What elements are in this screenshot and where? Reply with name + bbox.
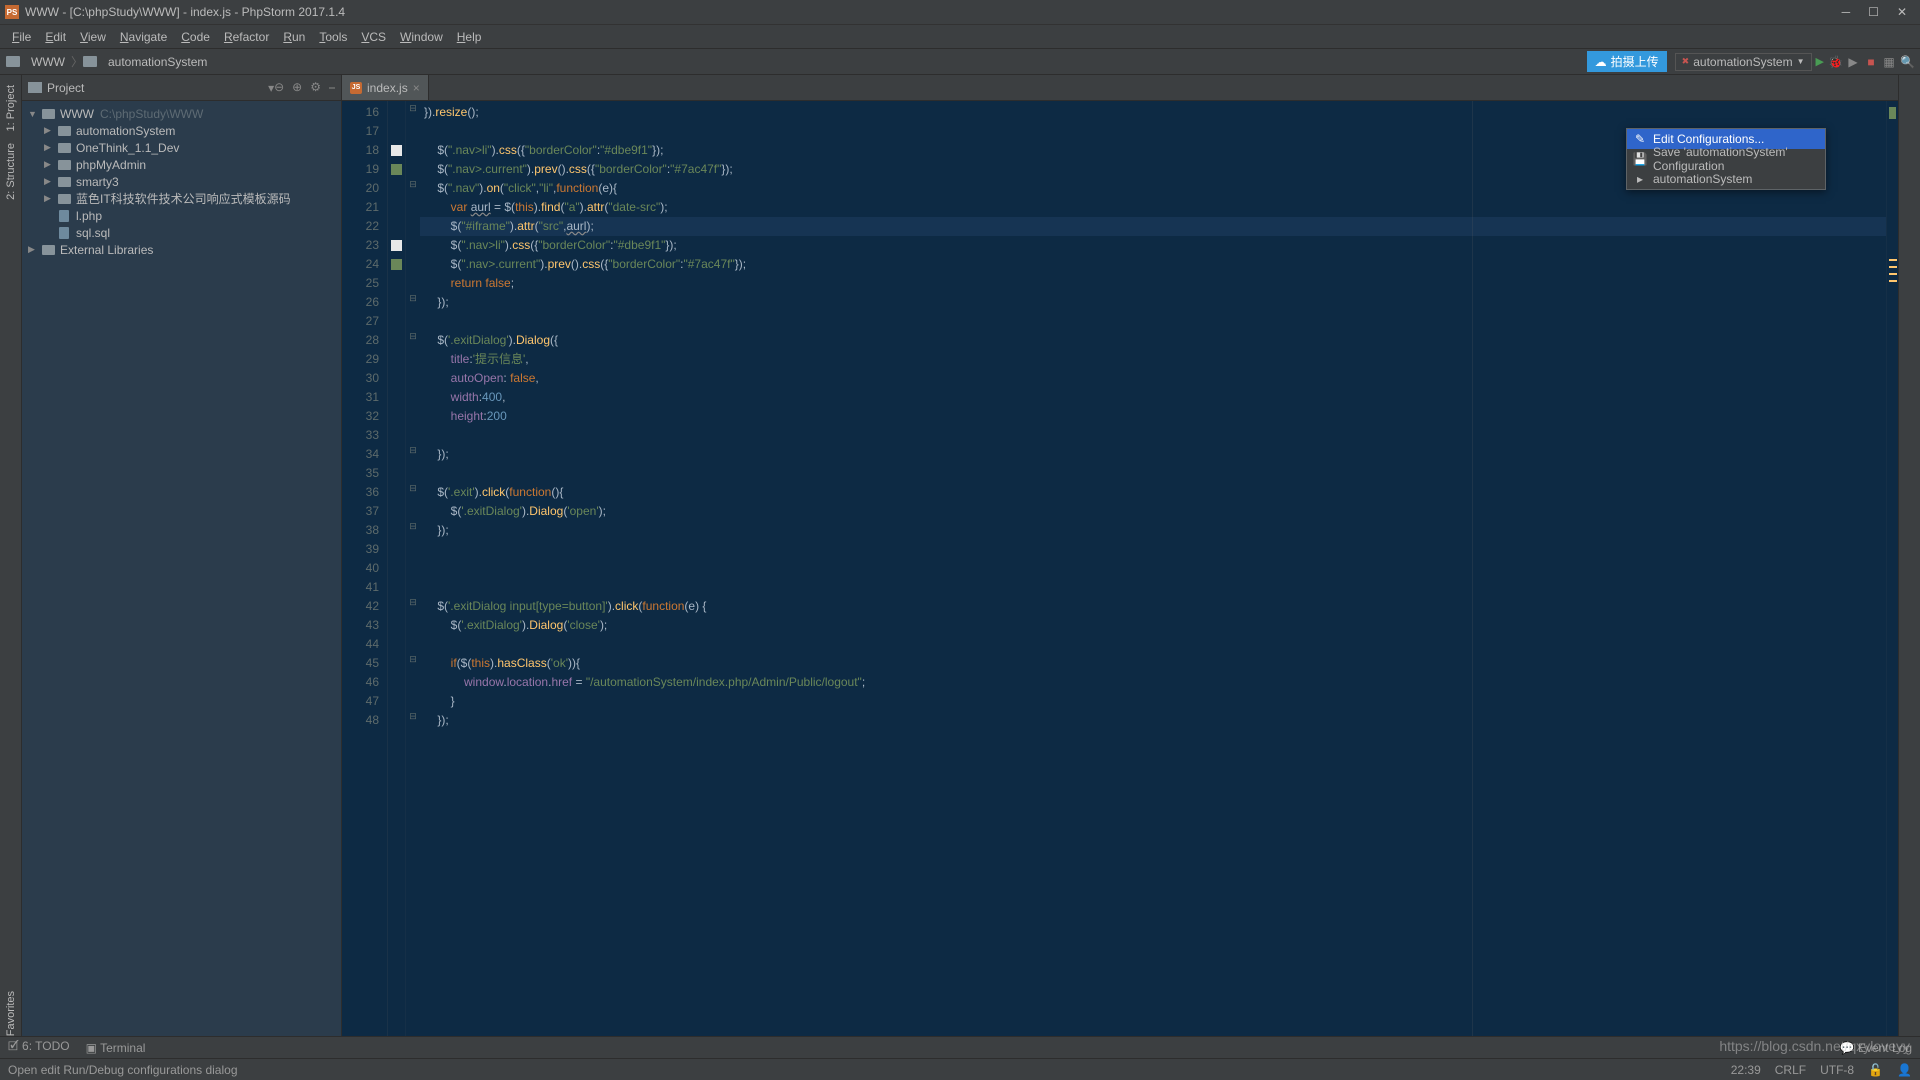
- tree-item[interactable]: ▶automationSystem: [22, 122, 341, 139]
- hide-icon[interactable]: ⎯: [329, 80, 335, 95]
- window-controls: ─ ☐ ✕: [1842, 5, 1915, 19]
- tree-item[interactable]: l.php: [22, 207, 341, 224]
- caret-position: 22:39: [1731, 1063, 1761, 1077]
- run-icon[interactable]: ▶: [1816, 55, 1824, 68]
- stop-icon[interactable]: ■: [1864, 55, 1878, 69]
- line-gutter: 1617181920212223242526272829303132333435…: [342, 101, 388, 1060]
- tree-item[interactable]: ▶smarty3: [22, 173, 341, 190]
- upload-label: 拍摄上传: [1611, 53, 1659, 70]
- breadcrumb-root[interactable]: WWW: [25, 55, 71, 69]
- charset: UTF-8: [1820, 1063, 1854, 1077]
- menu-window[interactable]: Window: [394, 28, 449, 46]
- code-content[interactable]: }).resize(); $(".nav>li").css({"borderCo…: [420, 101, 1886, 1060]
- statusbar: Open edit Run/Debug configurations dialo…: [0, 1058, 1920, 1080]
- close-icon[interactable]: ✕: [1897, 5, 1907, 19]
- menu-edit[interactable]: Edit: [39, 28, 72, 46]
- scroll-icon[interactable]: ⊕: [292, 80, 302, 95]
- toolwindow-bar: 🗹 6: TODO ▣ Terminal 💬 Event Log: [0, 1036, 1920, 1058]
- tree-item[interactable]: sql.sql: [22, 224, 341, 241]
- status-hint: Open edit Run/Debug configurations dialo…: [8, 1063, 238, 1077]
- error-icon: ✖: [1682, 56, 1690, 67]
- project-header: Project ▾ ⊖ ⊕ ⚙ ⎯: [22, 75, 341, 101]
- folder-icon: [6, 56, 20, 67]
- editor[interactable]: 1617181920212223242526272829303132333435…: [342, 101, 1898, 1060]
- todo-tab[interactable]: 🗹 6: TODO: [8, 1037, 70, 1058]
- terminal-tab[interactable]: ▣ Terminal: [86, 1041, 146, 1055]
- menu-tools[interactable]: Tools: [313, 28, 353, 46]
- project-panel: Project ▾ ⊖ ⊕ ⚙ ⎯ ▼WWWC:\phpStudy\WWW▶au…: [22, 75, 342, 1060]
- navbar: WWW 〉 automationSystem ☁ 拍摄上传 ✖ automati…: [0, 49, 1920, 75]
- window-title: WWW - [C:\phpStudy\WWW] - index.js - Php…: [25, 5, 1842, 19]
- tree-item[interactable]: ▶phpMyAdmin: [22, 156, 341, 173]
- run-config-name: automationSystem: [1693, 55, 1792, 69]
- minimize-icon[interactable]: ─: [1842, 5, 1851, 19]
- inspector-icon[interactable]: 👤: [1897, 1063, 1912, 1077]
- tree-item[interactable]: ▶蓝色IT科技软件技术公司响应式模板源码: [22, 190, 341, 207]
- debug-icon[interactable]: 🐞: [1828, 55, 1842, 69]
- tab-structure[interactable]: 2: Structure: [3, 137, 19, 206]
- file-tab-label: index.js: [367, 81, 408, 95]
- menu-run[interactable]: Run: [277, 28, 311, 46]
- collapse-icon[interactable]: ⊖: [274, 80, 284, 95]
- run-config-menu: ✎Edit Configurations...💾Save 'automation…: [1626, 128, 1826, 190]
- breadcrumb-sep: 〉: [71, 53, 83, 70]
- error-stripe: [1886, 101, 1898, 1060]
- menu-navigate[interactable]: Navigate: [114, 28, 173, 46]
- main: 1: Project 2: Structure 2: Favorites Pro…: [0, 75, 1920, 1060]
- upload-button[interactable]: ☁ 拍摄上传: [1587, 51, 1667, 72]
- watermark: https://blog.csdn.net/qxyloveyy: [1719, 1038, 1910, 1054]
- menu-refactor[interactable]: Refactor: [218, 28, 275, 46]
- editor-area: JS index.js × 16171819202122232425262728…: [342, 75, 1898, 1060]
- lock-icon[interactable]: 🔓: [1868, 1063, 1883, 1077]
- tree-item[interactable]: ▼WWWC:\phpStudy\WWW: [22, 105, 341, 122]
- right-gutter: [1898, 75, 1920, 1060]
- maximize-icon[interactable]: ☐: [1868, 5, 1879, 19]
- run-icon: ▸: [1633, 172, 1647, 186]
- js-icon: JS: [350, 82, 362, 94]
- coverage-icon[interactable]: ▶: [1846, 55, 1860, 69]
- gear-icon[interactable]: ⚙: [310, 80, 321, 95]
- tab-project[interactable]: 1: Project: [3, 79, 19, 137]
- marker-column: [388, 101, 406, 1060]
- menu-code[interactable]: Code: [175, 28, 216, 46]
- menu-help[interactable]: Help: [451, 28, 488, 46]
- line-ending: CRLF: [1775, 1063, 1806, 1077]
- app-icon: PS: [5, 5, 19, 19]
- folder-icon: [83, 56, 97, 67]
- edit-icon: ✎: [1633, 132, 1647, 146]
- menu-item[interactable]: 💾Save 'automationSystem' Configuration: [1627, 149, 1825, 169]
- titlebar: PS WWW - [C:\phpStudy\WWW] - index.js - …: [0, 0, 1920, 25]
- left-gutter: 1: Project 2: Structure 2: Favorites: [0, 75, 22, 1060]
- run-config-selector[interactable]: ✖ automationSystem ▼: [1675, 53, 1812, 71]
- tab-bar: JS index.js ×: [342, 75, 1898, 101]
- cloud-icon: ☁: [1595, 55, 1607, 69]
- project-title: Project: [47, 81, 264, 95]
- right-margin-line: [1472, 101, 1473, 1060]
- file-tab[interactable]: JS index.js ×: [342, 75, 429, 100]
- menubar: File Edit View Navigate Code Refactor Ru…: [0, 25, 1920, 49]
- menu-file[interactable]: File: [6, 28, 37, 46]
- breadcrumb-item[interactable]: automationSystem: [102, 55, 213, 69]
- project-tree[interactable]: ▼WWWC:\phpStudy\WWW▶automationSystem▶One…: [22, 101, 341, 1060]
- tree-item[interactable]: ▶External Libraries: [22, 241, 341, 258]
- layout-icon[interactable]: ▦: [1882, 55, 1896, 69]
- tree-item[interactable]: ▶OneThink_1.1_Dev: [22, 139, 341, 156]
- save-icon: 💾: [1633, 152, 1647, 166]
- close-tab-icon[interactable]: ×: [413, 81, 420, 95]
- search-icon[interactable]: 🔍: [1900, 55, 1914, 69]
- fold-column: ⊟⊟⊟⊟⊟⊟⊟⊟⊟⊟: [406, 101, 420, 1060]
- folder-icon: [28, 82, 42, 93]
- menu-vcs[interactable]: VCS: [355, 28, 392, 46]
- menu-view[interactable]: View: [74, 28, 112, 46]
- chevron-down-icon: ▼: [1797, 57, 1805, 66]
